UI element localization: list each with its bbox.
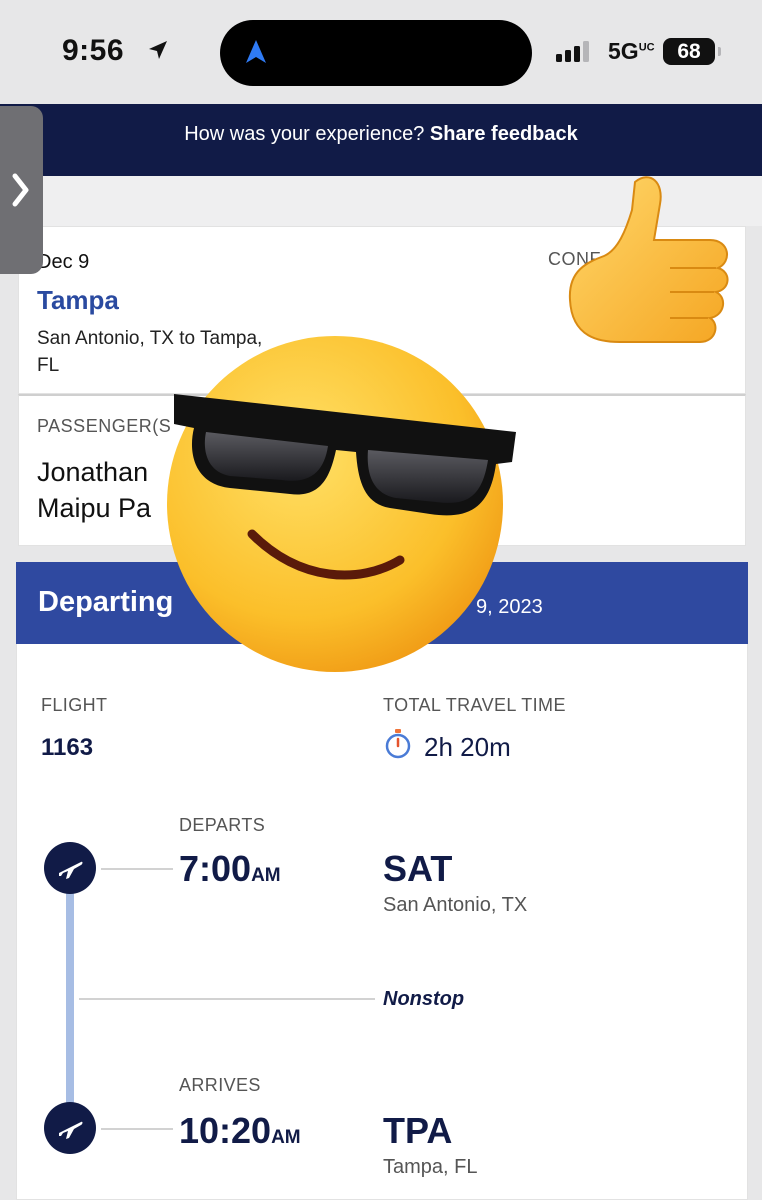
departs-time: 7:00AM (179, 848, 281, 889)
arrives-time: 10:20AM (179, 1110, 301, 1151)
dest-code: TPA (383, 1110, 453, 1151)
departure-marker (44, 842, 96, 894)
departing-title: Departing (38, 586, 174, 618)
plane-icon (59, 1121, 83, 1139)
dynamic-island (220, 20, 532, 86)
arrives-label: ARRIVES (179, 1075, 261, 1095)
stopwatch-icon (385, 729, 411, 759)
trip-date: Dec 9 (37, 251, 90, 273)
travel-time: 2h 20m (424, 732, 511, 762)
feedback-banner[interactable]: How was your experience? Share feedback (0, 104, 762, 176)
stops-info: Nonstop (383, 988, 465, 1010)
feedback-prompt: How was your experience? (184, 123, 425, 145)
location-arrow-icon (149, 41, 167, 59)
chevron-right-icon (12, 173, 29, 207)
signal-icon (556, 40, 589, 62)
origin-city: San Antonio, TX (383, 894, 528, 916)
plane-icon (59, 861, 83, 879)
dest-city: Tampa, FL (383, 1156, 478, 1178)
flight-details: FLIGHT 1163 TOTAL TRAVEL TIME 2h 20m DEP… (16, 644, 748, 1200)
share-feedback-link[interactable]: Share feedback (430, 123, 578, 145)
departs-label: DEPARTS (179, 815, 266, 835)
trip-destination: Tampa (37, 285, 119, 315)
flight-number: 1163 (41, 734, 94, 761)
passengers-label: PASSENGER(S (37, 416, 172, 436)
navigation-icon (246, 40, 266, 63)
status-bar: 9:56 5GUC 68 (0, 0, 762, 104)
departs-connector (101, 868, 173, 870)
arrives-connector (101, 1128, 173, 1130)
travel-time-label: TOTAL TRAVEL TIME (383, 695, 566, 715)
side-drawer-tab[interactable] (0, 106, 43, 274)
arrival-marker (44, 1102, 96, 1154)
sunglasses-emoji (167, 336, 516, 672)
thumbs-up-emoji (568, 176, 729, 343)
flight-label: FLIGHT (41, 695, 108, 715)
status-time: 9:56 (62, 34, 125, 67)
flight-timeline (66, 858, 74, 1124)
nonstop-line (79, 998, 375, 1000)
battery-icon: 68 (663, 38, 721, 65)
network-indicator: 5GUC (608, 38, 655, 64)
origin-code: SAT (383, 848, 453, 889)
